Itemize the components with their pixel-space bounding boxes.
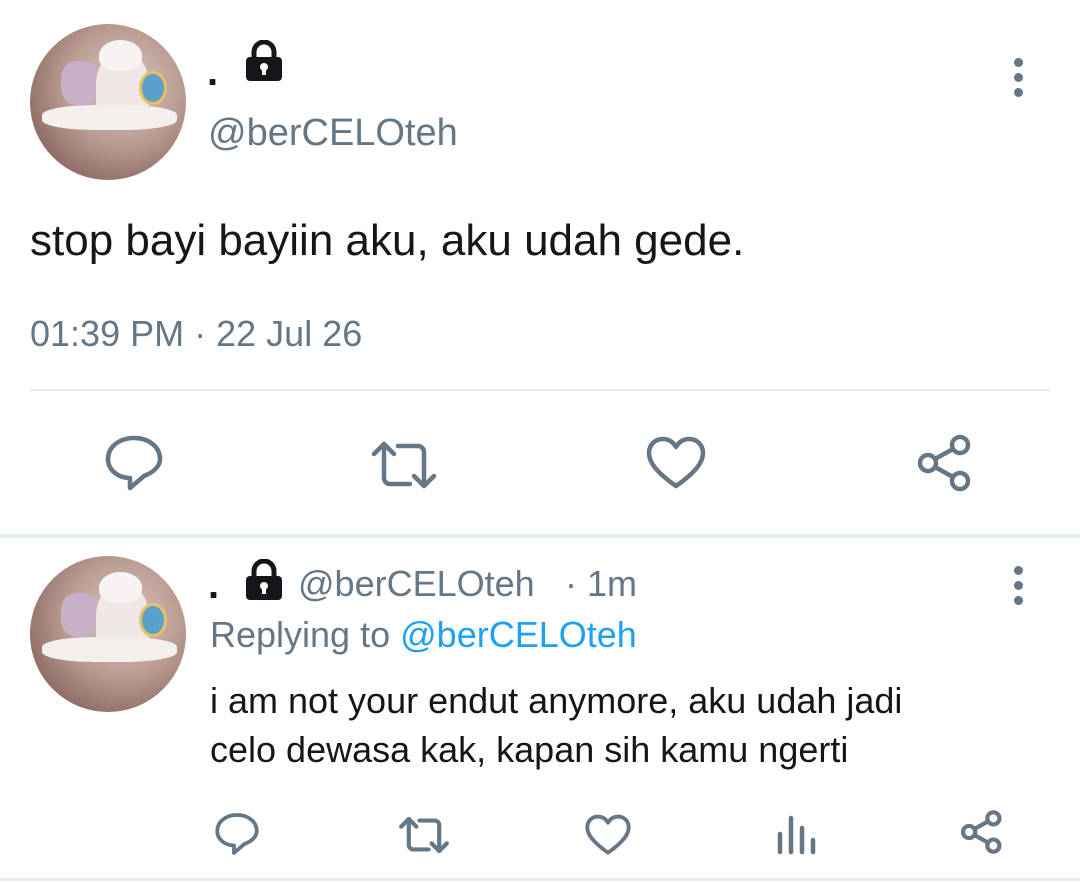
reply-icon (215, 813, 259, 855)
bottom-divider (0, 878, 1080, 881)
replying-to: Replying to @berCELOteh (210, 614, 637, 656)
reply-display-name[interactable]: . (208, 563, 219, 608)
retweet-icon (371, 441, 437, 489)
replying-prefix: Replying to (210, 614, 391, 655)
reply-button[interactable] (214, 812, 260, 856)
reply-icon (105, 435, 163, 491)
replying-handle-link[interactable]: @berCELOteh (400, 614, 637, 655)
lock-icon (244, 558, 284, 606)
reply-tweet-text: i am not your endut anymore, aku udah ja… (210, 676, 902, 774)
retweet-button[interactable] (370, 440, 438, 490)
section-divider (0, 534, 1080, 538)
share-icon (917, 434, 971, 492)
reply-time: · 1m (565, 563, 637, 604)
reply-avatar[interactable] (30, 556, 186, 712)
main-display-name[interactable]: . (207, 50, 218, 95)
reply-handle[interactable]: @berCELOteh (298, 563, 535, 605)
analytics-button[interactable] (776, 812, 816, 856)
retweet-button[interactable] (398, 816, 450, 854)
reply-text-line: celo dewasa kak, kapan sih kamu ngerti (210, 729, 849, 770)
main-tweet-date: 22 Jul 26 (216, 313, 363, 354)
more-vertical-icon[interactable] (1008, 566, 1028, 611)
main-handle[interactable]: @berCELOteh (208, 112, 458, 155)
heart-icon (646, 436, 706, 489)
retweet-icon (399, 816, 449, 854)
reply-text-line: i am not your endut anymore, aku udah ja… (210, 680, 903, 721)
share-button[interactable] (960, 810, 1004, 854)
divider (30, 389, 1050, 391)
main-tweet-text: stop bayi bayiin aku, aku udah gede. (30, 216, 745, 265)
timestamp-separator: · (194, 313, 207, 354)
heart-icon (585, 814, 631, 855)
main-tweet-time: 01:39 PM (30, 313, 185, 354)
reply-button[interactable] (104, 434, 164, 492)
main-avatar[interactable] (30, 24, 186, 180)
main-tweet-timestamp: 01:39 PM · 22 Jul 26 (30, 313, 362, 355)
analytics-icon (777, 815, 816, 855)
share-icon (960, 810, 1002, 854)
lock-icon (244, 39, 284, 87)
like-button[interactable] (646, 436, 706, 490)
like-button[interactable] (585, 814, 631, 856)
reply-header: . @berCELOteh · 1m (208, 558, 988, 609)
more-vertical-icon[interactable] (1008, 58, 1028, 103)
share-button[interactable] (916, 434, 974, 492)
